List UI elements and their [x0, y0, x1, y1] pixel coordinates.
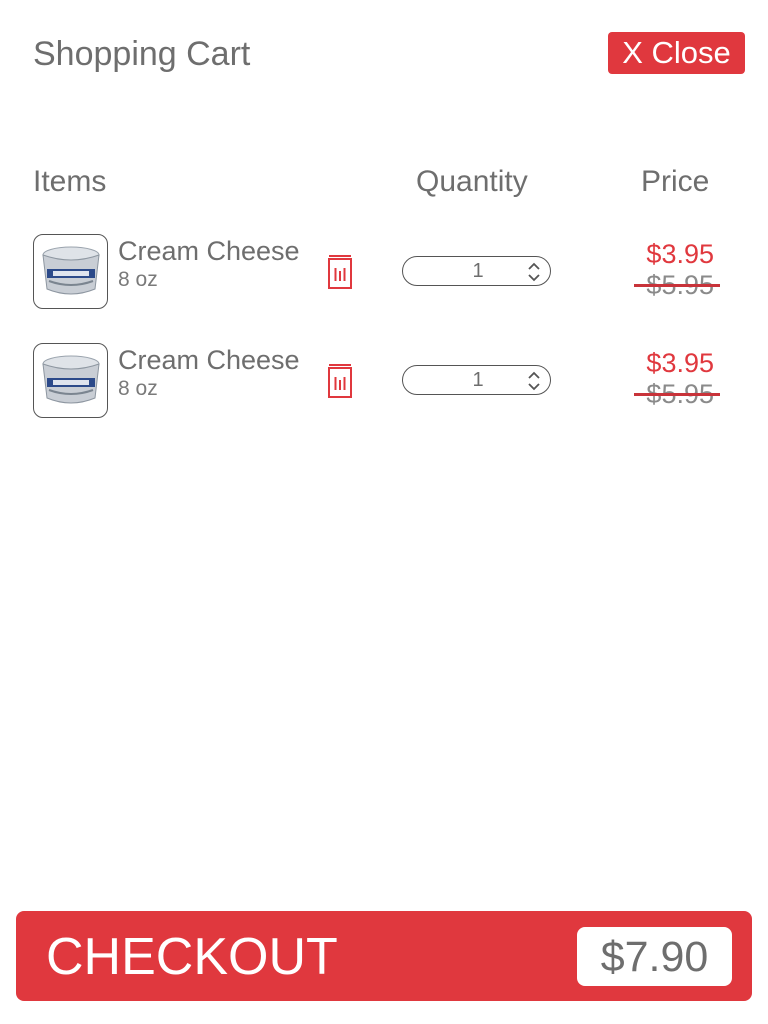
sale-price: $3.95: [646, 239, 714, 269]
chevron-up-down-icon[interactable]: [527, 370, 541, 392]
sale-price: $3.95: [646, 348, 714, 378]
checkout-button[interactable]: CHECKOUT $7.90: [16, 911, 752, 1001]
column-header-items: Items: [33, 165, 107, 198]
cream-cheese-tub-icon: [42, 246, 100, 295]
cream-cheese-tub-icon: [42, 355, 100, 404]
checkout-label: CHECKOUT: [46, 928, 338, 986]
column-header-price: Price: [641, 165, 710, 198]
product-thumbnail: [33, 234, 108, 309]
cart-item-row: Cream Cheese 8 oz 1 $3.95 $5.95: [0, 234, 768, 310]
cart-total: $7.90: [577, 927, 732, 986]
strikethrough-line: [634, 284, 720, 287]
strikethrough-line: [634, 393, 720, 396]
trash-icon[interactable]: [326, 252, 354, 290]
chevron-up-down-icon[interactable]: [527, 261, 541, 283]
quantity-stepper[interactable]: 1: [402, 256, 551, 286]
item-name: Cream Cheese: [118, 345, 300, 375]
close-button[interactable]: X Close: [608, 32, 745, 74]
quantity-stepper[interactable]: 1: [402, 365, 551, 395]
shopping-cart-page: Shopping Cart X Close Items Quantity Pri…: [0, 0, 768, 1024]
cart-item-row: Cream Cheese 8 oz 1 $3.95 $5.95: [0, 343, 768, 419]
item-size: 8 oz: [118, 268, 158, 291]
page-title: Shopping Cart: [33, 35, 251, 73]
item-name: Cream Cheese: [118, 236, 300, 266]
trash-icon[interactable]: [326, 361, 354, 399]
product-thumbnail: [33, 343, 108, 418]
column-header-quantity: Quantity: [416, 165, 528, 198]
item-size: 8 oz: [118, 377, 158, 400]
